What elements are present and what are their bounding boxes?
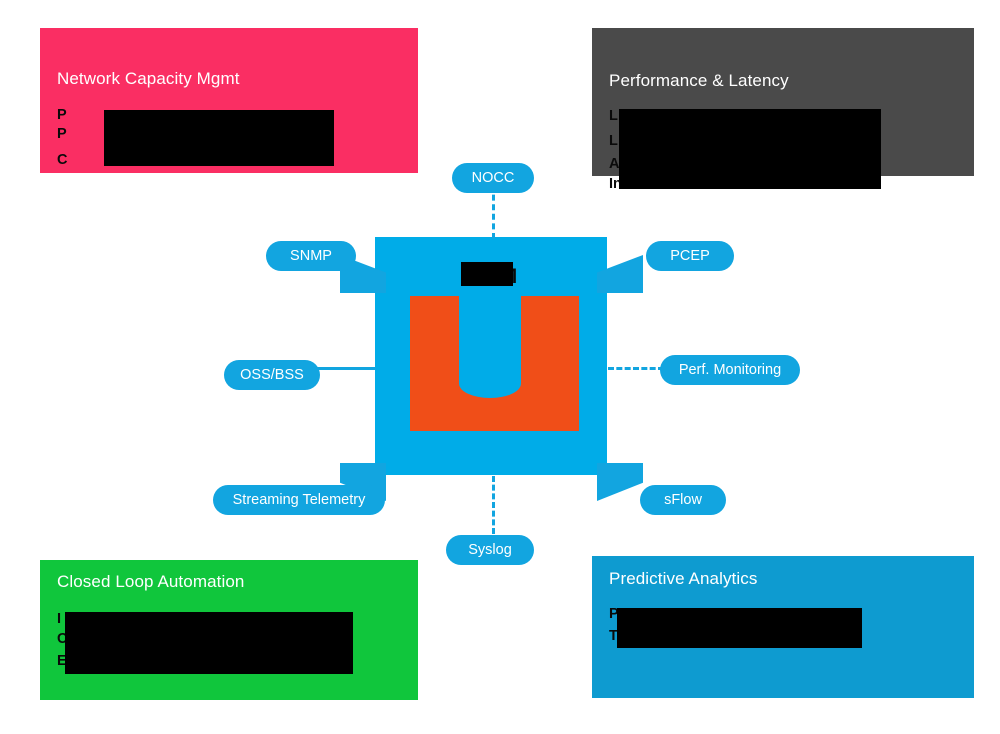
panel-predictive-analytics: Predictive Analytics P Tr n bbox=[592, 556, 974, 698]
callout-sflow[interactable]: sFlow bbox=[640, 485, 726, 515]
panel-performance-latency-line-1: L bbox=[609, 108, 618, 124]
connector-syslog bbox=[492, 476, 495, 534]
panel-closed-loop-automation-title: Closed Loop Automation bbox=[57, 572, 245, 591]
panel-network-capacity-title: Network Capacity Mgmt bbox=[57, 69, 240, 88]
callout-snmp[interactable]: SNMP bbox=[266, 241, 356, 271]
panel-performance-latency: Performance & Latency L L n A In bbox=[592, 28, 974, 192]
panel-network-capacity-line-2: P bbox=[57, 126, 67, 142]
panel-network-capacity: Network Capacity Mgmt P P C rt bbox=[40, 28, 418, 173]
core-title-redaction bbox=[461, 262, 513, 286]
connector-ossbss bbox=[316, 367, 376, 370]
callout-perf-monitoring[interactable]: Perf. Monitoring bbox=[660, 355, 800, 385]
connector-wedge-bottom-right bbox=[597, 463, 643, 501]
panel-closed-loop-automation-redaction bbox=[65, 612, 353, 674]
panel-predictive-analytics-title: Predictive Analytics bbox=[609, 569, 758, 588]
connector-perf-monitoring bbox=[608, 367, 664, 370]
panel-predictive-analytics-redaction bbox=[617, 608, 862, 648]
callout-ossbss[interactable]: OSS/BSS bbox=[224, 360, 320, 390]
callout-streaming-telemetry[interactable]: Streaming Telemetry bbox=[213, 485, 385, 515]
panel-closed-loop-automation-line-1: I bbox=[57, 611, 62, 627]
panel-network-capacity-line-1: P bbox=[57, 107, 67, 123]
panel-performance-latency-title: Performance & Latency bbox=[609, 71, 789, 90]
diagram-canvas: Network Capacity Mgmt P P C rt Performan… bbox=[0, 0, 1000, 734]
panel-performance-latency-line-3: A bbox=[609, 156, 620, 172]
callout-pcep[interactable]: PCEP bbox=[646, 241, 734, 271]
panel-network-capacity-redaction bbox=[104, 110, 334, 166]
callout-nocc[interactable]: NOCC bbox=[452, 163, 534, 193]
callout-syslog[interactable]: Syslog bbox=[446, 535, 534, 565]
connector-nocc bbox=[492, 185, 495, 239]
panel-performance-latency-redaction bbox=[619, 109, 881, 189]
panel-closed-loop-automation: Closed Loop Automation I C n, E bbox=[40, 560, 418, 700]
core-accent-cutout-top bbox=[459, 283, 521, 323]
